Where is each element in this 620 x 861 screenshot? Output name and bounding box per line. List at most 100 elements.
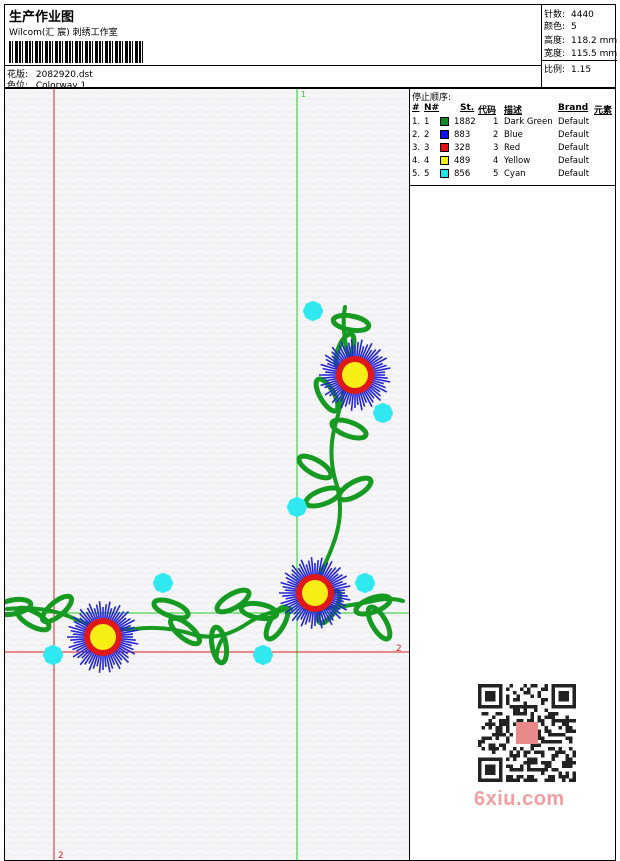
qr-module [572, 754, 576, 758]
qr-module [572, 719, 576, 723]
qr-module [544, 684, 548, 688]
qr-module [520, 719, 524, 723]
qr-module [509, 684, 513, 688]
qr-module [530, 743, 534, 747]
qr-module [523, 754, 527, 758]
row-desc: Dark Green [504, 117, 553, 127]
qr-module [495, 726, 499, 730]
qr-module [506, 715, 510, 719]
qr-module [572, 778, 576, 782]
qr-module [495, 733, 499, 737]
qr-module [509, 775, 513, 779]
qr-module [516, 705, 520, 709]
qr-module [513, 691, 517, 695]
qr-module [544, 726, 548, 730]
row-stitches: 1882 [454, 117, 476, 127]
guide-label-red-bottom: 2 [58, 851, 64, 861]
qr-module [565, 754, 569, 758]
qr-module [537, 691, 541, 695]
qr-finder-core [485, 764, 496, 775]
qr-module [523, 712, 527, 716]
qr-module [499, 729, 503, 733]
qr-module [541, 701, 545, 705]
qr-module [509, 778, 513, 782]
qr-module [537, 694, 541, 698]
qr-module [562, 722, 566, 726]
qr-module [506, 729, 510, 733]
qr-module [572, 729, 576, 733]
bud-core [360, 578, 370, 588]
qr-module [569, 761, 573, 765]
row-desc: Cyan [504, 169, 526, 179]
qr-module [534, 750, 538, 754]
qr-module [569, 729, 573, 733]
bud-core [48, 650, 58, 660]
qr-module [516, 708, 520, 712]
qr-module [495, 729, 499, 733]
qr-module [520, 768, 524, 772]
bud [355, 573, 375, 593]
col-header-needle: N# [424, 103, 440, 113]
qr-module [562, 719, 566, 723]
qr-module [551, 712, 555, 716]
qr-module [548, 733, 552, 737]
qr-module [537, 733, 541, 737]
table-row[interactable]: 1. 1 1882 1 Dark Green Default [410, 117, 615, 130]
col-header-index: # [412, 103, 420, 113]
color-sequence-table: 停止顺序: # N# St. 代码 描述 Brand 元素 1. 1 1882 1 Da… [410, 89, 615, 186]
qr-module [537, 729, 541, 733]
qr-module [481, 712, 485, 716]
qr-module [509, 750, 513, 754]
design-canvas[interactable]: 1 2 2 [4, 88, 410, 861]
qr-module [548, 712, 552, 716]
qr-module [537, 736, 541, 740]
qr-module [534, 684, 538, 688]
qr-module [541, 719, 545, 723]
qr-module [516, 778, 520, 782]
row-stitches: 328 [454, 143, 471, 153]
qr-module [551, 719, 555, 723]
flower-center [302, 580, 328, 606]
qr-module [509, 764, 513, 768]
qr-module [565, 775, 569, 779]
qr-module [551, 747, 555, 751]
qr-module [565, 764, 569, 768]
qr-module [541, 768, 545, 772]
qr-module [548, 715, 552, 719]
header-divider [5, 65, 541, 66]
qr-module [534, 768, 538, 772]
qr-module [481, 740, 485, 744]
qr-module [558, 726, 562, 730]
table-row[interactable]: 5. 5 856 5 Cyan Default [410, 169, 615, 182]
qr-module [534, 761, 538, 765]
qr-module [513, 768, 517, 772]
qr-module [527, 778, 531, 782]
row-desc: Yellow [504, 156, 531, 166]
company-name: Wilcom(汇 宸) 刺绣工作室 [9, 28, 118, 38]
qr-module [492, 743, 496, 747]
table-row[interactable]: 2. 2 883 2 Blue Default [410, 130, 615, 143]
color-swatch [440, 169, 449, 178]
qr-module [520, 764, 524, 768]
qr-module [548, 761, 552, 765]
qr-finder-core [558, 691, 569, 702]
qr-module [544, 768, 548, 772]
table-row[interactable]: 4. 4 489 4 Yellow Default [410, 156, 615, 169]
qr-module [523, 750, 527, 754]
qr-module [534, 778, 538, 782]
qr-module [527, 719, 531, 723]
col-header-stitches: St. [460, 103, 475, 113]
qr-module [523, 761, 527, 765]
qr-module [565, 722, 569, 726]
table-row[interactable]: 3. 3 328 3 Red Default [410, 143, 615, 156]
qr-module [492, 715, 496, 719]
row-brand: Default [558, 169, 590, 179]
qr-module [558, 733, 562, 737]
qr-module [530, 719, 534, 723]
row-index: 3. [412, 143, 421, 153]
qr-module [530, 705, 534, 709]
qr-module [509, 705, 513, 709]
qr-module [534, 708, 538, 712]
qr-module [541, 698, 545, 702]
qr-module [565, 726, 569, 730]
